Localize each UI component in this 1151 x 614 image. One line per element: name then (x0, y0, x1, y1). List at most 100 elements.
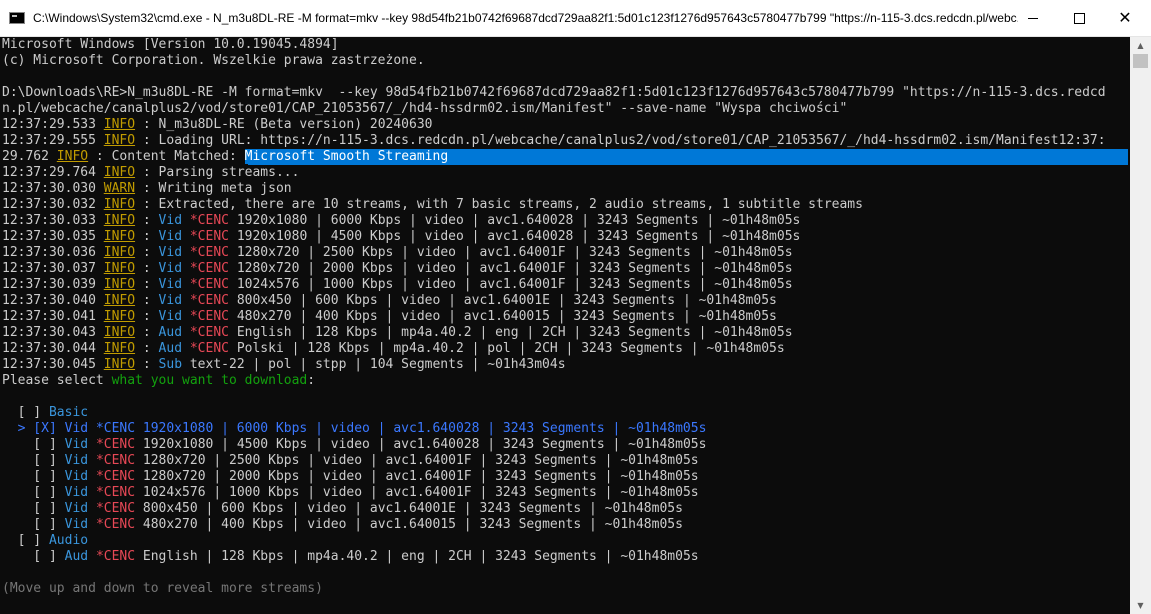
option-checkbox[interactable]: [ ] (2, 469, 65, 484)
stream-info: 800x450 | 600 Kbps | video | avc1.64001E… (229, 293, 777, 308)
drm-tag: *CENC (189, 293, 229, 308)
stream-type: Sub (158, 357, 183, 372)
log-level: INFO (103, 117, 136, 132)
stream-option[interactable]: [ ] Vid *CENC 1024x576 | 1000 Kbps | vid… (2, 485, 698, 501)
log-line: 29.762 INFO : Content Matched: Microsoft… (2, 149, 1128, 165)
close-button[interactable]: ✕ (1102, 0, 1148, 36)
log-sep: : (135, 277, 159, 292)
drm-tag: *CENC (95, 517, 136, 532)
log-message: Loading URL: https://n-115-3.dcs.redcdn.… (158, 133, 1106, 148)
log-time: 12:37:30.040 (2, 293, 104, 308)
stream-type: Vid (158, 309, 183, 324)
selected-text[interactable]: Microsoft Smooth Streaming (244, 149, 449, 164)
prompt-suffix: : (307, 373, 316, 388)
log-time: 12:37:30.033 (2, 213, 104, 228)
stream-info: English | 128 Kbps | mp4a.40.2 | eng | 2… (229, 325, 793, 340)
stream-type: Vid (64, 501, 89, 516)
option-checkbox[interactable]: [ ] (2, 517, 65, 532)
drm-tag: *CENC (95, 437, 136, 452)
group-audio[interactable]: [ ] Audio (2, 533, 88, 549)
drm-tag: *CENC (95, 549, 136, 564)
log-sep: : (135, 181, 159, 196)
log-message: Content Matched: (111, 149, 245, 164)
log-sep: : (135, 133, 159, 148)
log-message: Writing meta json (158, 181, 292, 196)
stream-type: Vid (64, 453, 89, 468)
scroll-down-button[interactable]: ▼ (1130, 597, 1151, 614)
drm-tag: *CENC (189, 341, 229, 356)
option-checkbox[interactable]: [ ] (2, 453, 65, 468)
log-time: 12:37:30.037 (2, 261, 104, 276)
stream-info: 1920x1080 | 6000 Kbps | video | avc1.640… (229, 213, 801, 228)
option-checkbox[interactable]: [ ] (2, 501, 65, 516)
stream-option[interactable]: [ ] Vid *CENC 1920x1080 | 4500 Kbps | vi… (2, 437, 706, 453)
stream-option[interactable]: [ ] Aud *CENC English | 128 Kbps | mp4a.… (2, 549, 698, 565)
stream-type: Vid (158, 277, 183, 292)
stream-type: Vid (64, 437, 89, 452)
drm-tag: *CENC (189, 261, 229, 276)
scroll-up-button[interactable]: ▲ (1130, 37, 1151, 54)
minimize-button[interactable] (1010, 0, 1056, 36)
log-time: 12:37:29.533 (2, 117, 104, 132)
stream-log-line: 12:37:30.037 INFO : Vid *CENC 1280x720 |… (2, 261, 793, 277)
log-time: 12:37:29.555 (2, 133, 104, 148)
log-sep: : (135, 341, 159, 356)
log-line: 12:37:29.764 INFO : Parsing streams... (2, 165, 299, 181)
log-line: 12:37:30.030 WARN : Writing meta json (2, 181, 292, 197)
log-message: N_m3u8DL-RE (Beta version) 20240630 (158, 117, 433, 132)
log-sep: : (135, 197, 159, 212)
stream-type: Vid (158, 213, 183, 228)
drm-tag: *CENC (189, 213, 229, 228)
drm-tag: *CENC (189, 309, 229, 324)
stream-log-line: 12:37:30.036 INFO : Vid *CENC 1280x720 |… (2, 245, 793, 261)
log-line: 12:37:30.032 INFO : Extracted, there are… (2, 197, 863, 213)
log-sep: : (135, 261, 159, 276)
log-level: INFO (103, 357, 136, 372)
stream-info: 480x270 | 400 Kbps | video | avc1.640015… (229, 309, 777, 324)
drm-tag: *CENC (189, 229, 229, 244)
command-text: D:\Downloads\RE>N_m3u8DL-RE -M format=mk… (2, 85, 1106, 100)
stream-option[interactable]: [ ] Vid *CENC 480x270 | 400 Kbps | video… (2, 517, 683, 533)
log-level: INFO (103, 197, 136, 212)
console-line: (c) Microsoft Corporation. Wszelkie praw… (2, 53, 425, 69)
option-checkbox[interactable]: [ ] (2, 437, 65, 452)
maximize-button[interactable] (1056, 0, 1102, 36)
drm-tag: *CENC (189, 325, 229, 340)
log-time: 12:37:30.035 (2, 229, 104, 244)
vertical-scrollbar[interactable]: ▲ ▼ (1130, 37, 1151, 614)
log-time: 29.762 (2, 149, 57, 164)
group-basic[interactable]: [ ] Basic (2, 405, 88, 421)
group-checkbox[interactable]: [ ] (2, 533, 49, 548)
group-checkbox[interactable]: [ ] (2, 405, 49, 420)
drm-tag: *CENC (95, 485, 136, 500)
drm-tag: *CENC (95, 453, 136, 468)
log-line: 12:37:29.533 INFO : N_m3u8DL-RE (Beta ve… (2, 117, 432, 133)
log-sep: : (135, 309, 159, 324)
stream-option[interactable]: [ ] Vid *CENC 1280x720 | 2000 Kbps | vid… (2, 469, 698, 485)
log-level: INFO (103, 261, 136, 276)
log-level: INFO (103, 245, 136, 260)
option-checkbox[interactable]: [ ] (2, 549, 65, 564)
window-title: C:\Windows\System32\cmd.exe - N_m3u8DL-R… (33, 11, 1018, 25)
log-sep: : (135, 213, 159, 228)
stream-type: Vid (64, 485, 89, 500)
console-output[interactable]: Microsoft Windows [Version 10.0.19045.48… (0, 37, 1130, 614)
stream-option[interactable]: [ ] Vid *CENC 1280x720 | 2500 Kbps | vid… (2, 453, 698, 469)
group-label: Basic (48, 405, 89, 420)
stream-log-line: 12:37:30.045 INFO : Sub text-22 | pol | … (2, 357, 566, 373)
option-checkbox[interactable]: [ ] (2, 485, 65, 500)
log-sep: : (135, 229, 159, 244)
prompt-text: Please select (2, 373, 112, 388)
console-line: Microsoft Windows [Version 10.0.19045.48… (2, 37, 339, 53)
stream-option-selected[interactable]: > [X] Vid *CENC 1920x1080 | 6000 Kbps | … (2, 421, 707, 437)
log-sep: : (135, 357, 159, 372)
log-level: INFO (56, 149, 89, 164)
stream-option[interactable]: [ ] Vid *CENC 800x450 | 600 Kbps | video… (2, 501, 683, 517)
cmd-app-icon (9, 12, 25, 24)
log-sep: : (88, 149, 112, 164)
title-bar[interactable]: C:\Windows\System32\cmd.exe - N_m3u8DL-R… (0, 0, 1151, 37)
log-time: 12:37:30.041 (2, 309, 104, 324)
scroll-thumb[interactable] (1133, 54, 1148, 68)
log-time: 12:37:30.045 (2, 357, 104, 372)
log-sep: : (135, 117, 159, 132)
